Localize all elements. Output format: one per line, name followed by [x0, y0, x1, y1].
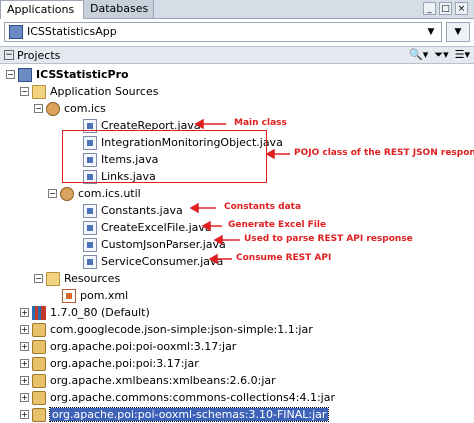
tree-item-resources[interactable]: − Resources: [34, 270, 120, 287]
jar-icon: [32, 373, 46, 388]
java-file-icon: [83, 203, 97, 218]
jar-icon: [32, 356, 46, 371]
tree-item-label: pom.xml: [80, 289, 129, 302]
package-icon: [60, 186, 74, 201]
expand-toggle-icon[interactable]: +: [20, 410, 29, 419]
annotation-parse: Used to parse REST API response: [244, 234, 413, 244]
chevron-down-icon: ▼: [454, 27, 462, 37]
tree-item-constants[interactable]: Constants.java: [83, 202, 183, 219]
projects-toolbar: 🔍▾ ⏷▾ ☰▾: [409, 48, 470, 62]
expand-toggle-icon[interactable]: −: [6, 70, 15, 79]
close-button[interactable]: ×: [455, 2, 468, 15]
tree-item-label: org.apache.poi:poi-ooxml:3.17:jar: [50, 340, 237, 353]
annotation-main-class: Main class: [234, 118, 287, 128]
expand-toggle-icon[interactable]: −: [34, 104, 43, 113]
tree-item-label: ICSStatisticPro: [36, 68, 129, 81]
expand-toggle-icon[interactable]: −: [20, 87, 29, 96]
tree-item-label: Constants.java: [101, 204, 183, 217]
tab-databases-label: Databases: [90, 2, 149, 15]
projects-panel-header[interactable]: − Projects 🔍▾ ⏷▾ ☰▾: [0, 46, 474, 64]
filter-icon[interactable]: ⏷▾: [434, 48, 448, 62]
tree-item-label: org.apache.xmlbeans:xmlbeans:2.6.0:jar: [50, 374, 276, 387]
tree-item-package-com-ics[interactable]: − com.ics: [34, 100, 106, 117]
expand-toggle-icon[interactable]: +: [20, 359, 29, 368]
search-icon[interactable]: 🔍▾: [409, 48, 428, 62]
tab-bar: Applications Databases _ □ ×: [0, 0, 474, 19]
tree-item-service-consumer[interactable]: ServiceConsumer.java: [83, 253, 223, 270]
folder-icon: [46, 271, 60, 286]
tree-item-package-com-ics-util[interactable]: − com.ics.util: [48, 185, 141, 202]
annotation-excel: Generate Excel File: [228, 220, 327, 230]
tree-item-label: com.ics: [64, 102, 106, 115]
expand-toggle-icon[interactable]: +: [20, 308, 29, 317]
tree-item-jar-selected[interactable]: + org.apache.poi:poi-ooxml-schemas:3.10-…: [20, 406, 330, 423]
application-selector-value: ICSStatisticsApp: [27, 25, 117, 38]
collapse-icon[interactable]: −: [4, 50, 14, 60]
java-file-icon: [83, 220, 97, 235]
tree-item-label: org.apache.commons:commons-collections4:…: [50, 391, 335, 404]
sort-icon[interactable]: ☰▾: [455, 48, 470, 62]
tree-item-label: 1.7.0_80 (Default): [50, 306, 150, 319]
jar-icon: [32, 390, 46, 405]
tree-item-label: org.apache.poi:poi-ooxml-schemas:3.10-FI…: [48, 407, 330, 422]
tree-item-jar[interactable]: + org.apache.commons:commons-collections…: [20, 389, 335, 406]
tab-applications[interactable]: Applications: [0, 0, 84, 19]
jar-icon: [32, 322, 46, 337]
xml-file-icon: [62, 288, 76, 303]
tree-item-custom-json-parser[interactable]: CustomJsonParser.java: [83, 236, 226, 253]
minimize-button[interactable]: _: [423, 2, 436, 15]
application-selector[interactable]: ICSStatisticsApp ▼: [4, 22, 442, 42]
tree-item-label: org.apache.poi:poi:3.17:jar: [50, 357, 199, 370]
application-icon: [9, 25, 23, 39]
tab-applications-label: Applications: [7, 3, 75, 16]
tree-item-jar[interactable]: + com.googlecode.json-simple:json-simple…: [20, 321, 313, 338]
application-menu-button[interactable]: ▼: [446, 22, 470, 42]
expand-toggle-icon[interactable]: +: [20, 325, 29, 334]
tree-item-jdk[interactable]: + 1.7.0_80 (Default): [20, 304, 150, 321]
package-icon: [46, 101, 60, 116]
tree-item-create-excel[interactable]: CreateExcelFile.java: [83, 219, 212, 236]
tree-item-label: Resources: [64, 272, 121, 285]
expand-toggle-icon[interactable]: +: [20, 393, 29, 402]
expand-toggle-icon[interactable]: +: [20, 342, 29, 351]
tree-item-project[interactable]: − ICSStatisticPro: [6, 66, 129, 83]
expand-toggle-icon[interactable]: −: [34, 274, 43, 283]
tree-item-jar[interactable]: + org.apache.xmlbeans:xmlbeans:2.6.0:jar: [20, 372, 276, 389]
tree-item-application-sources[interactable]: − Application Sources: [20, 83, 158, 100]
jar-icon: [32, 339, 46, 354]
java-file-icon: [83, 254, 97, 269]
chevron-down-icon[interactable]: ▼: [424, 25, 438, 39]
project-icon: [18, 67, 32, 82]
tree-item-jar[interactable]: + org.apache.poi:poi:3.17:jar: [20, 355, 199, 372]
tree-item-pom[interactable]: pom.xml: [62, 287, 128, 304]
library-icon: [32, 305, 46, 320]
expand-toggle-icon[interactable]: −: [48, 189, 57, 198]
annotation-pojo: POJO class of the REST JSON response: [294, 148, 474, 158]
tree-item-label: Application Sources: [50, 85, 159, 98]
tree-item-label: com.ics.util: [78, 187, 141, 200]
java-file-icon: [83, 237, 97, 252]
expand-toggle-icon[interactable]: +: [20, 376, 29, 385]
jar-icon: [32, 407, 46, 422]
annotation-constants: Constants data: [224, 202, 302, 212]
window-buttons: _ □ ×: [423, 2, 468, 15]
folder-icon: [32, 84, 46, 99]
tree-item-jar[interactable]: + org.apache.poi:poi-ooxml:3.17:jar: [20, 338, 236, 355]
tree-item-label: com.googlecode.json-simple:json-simple:1…: [50, 323, 313, 336]
maximize-button[interactable]: □: [439, 2, 452, 15]
projects-panel-label: Projects: [17, 49, 61, 62]
pojo-highlight-box: [62, 130, 267, 183]
tree-item-label: ServiceConsumer.java: [101, 255, 224, 268]
tree-item-label: CustomJsonParser.java: [101, 238, 226, 251]
annotation-consume: Consume REST API: [236, 253, 332, 263]
tree-item-label: CreateExcelFile.java: [101, 221, 212, 234]
tab-databases[interactable]: Databases: [84, 0, 154, 18]
